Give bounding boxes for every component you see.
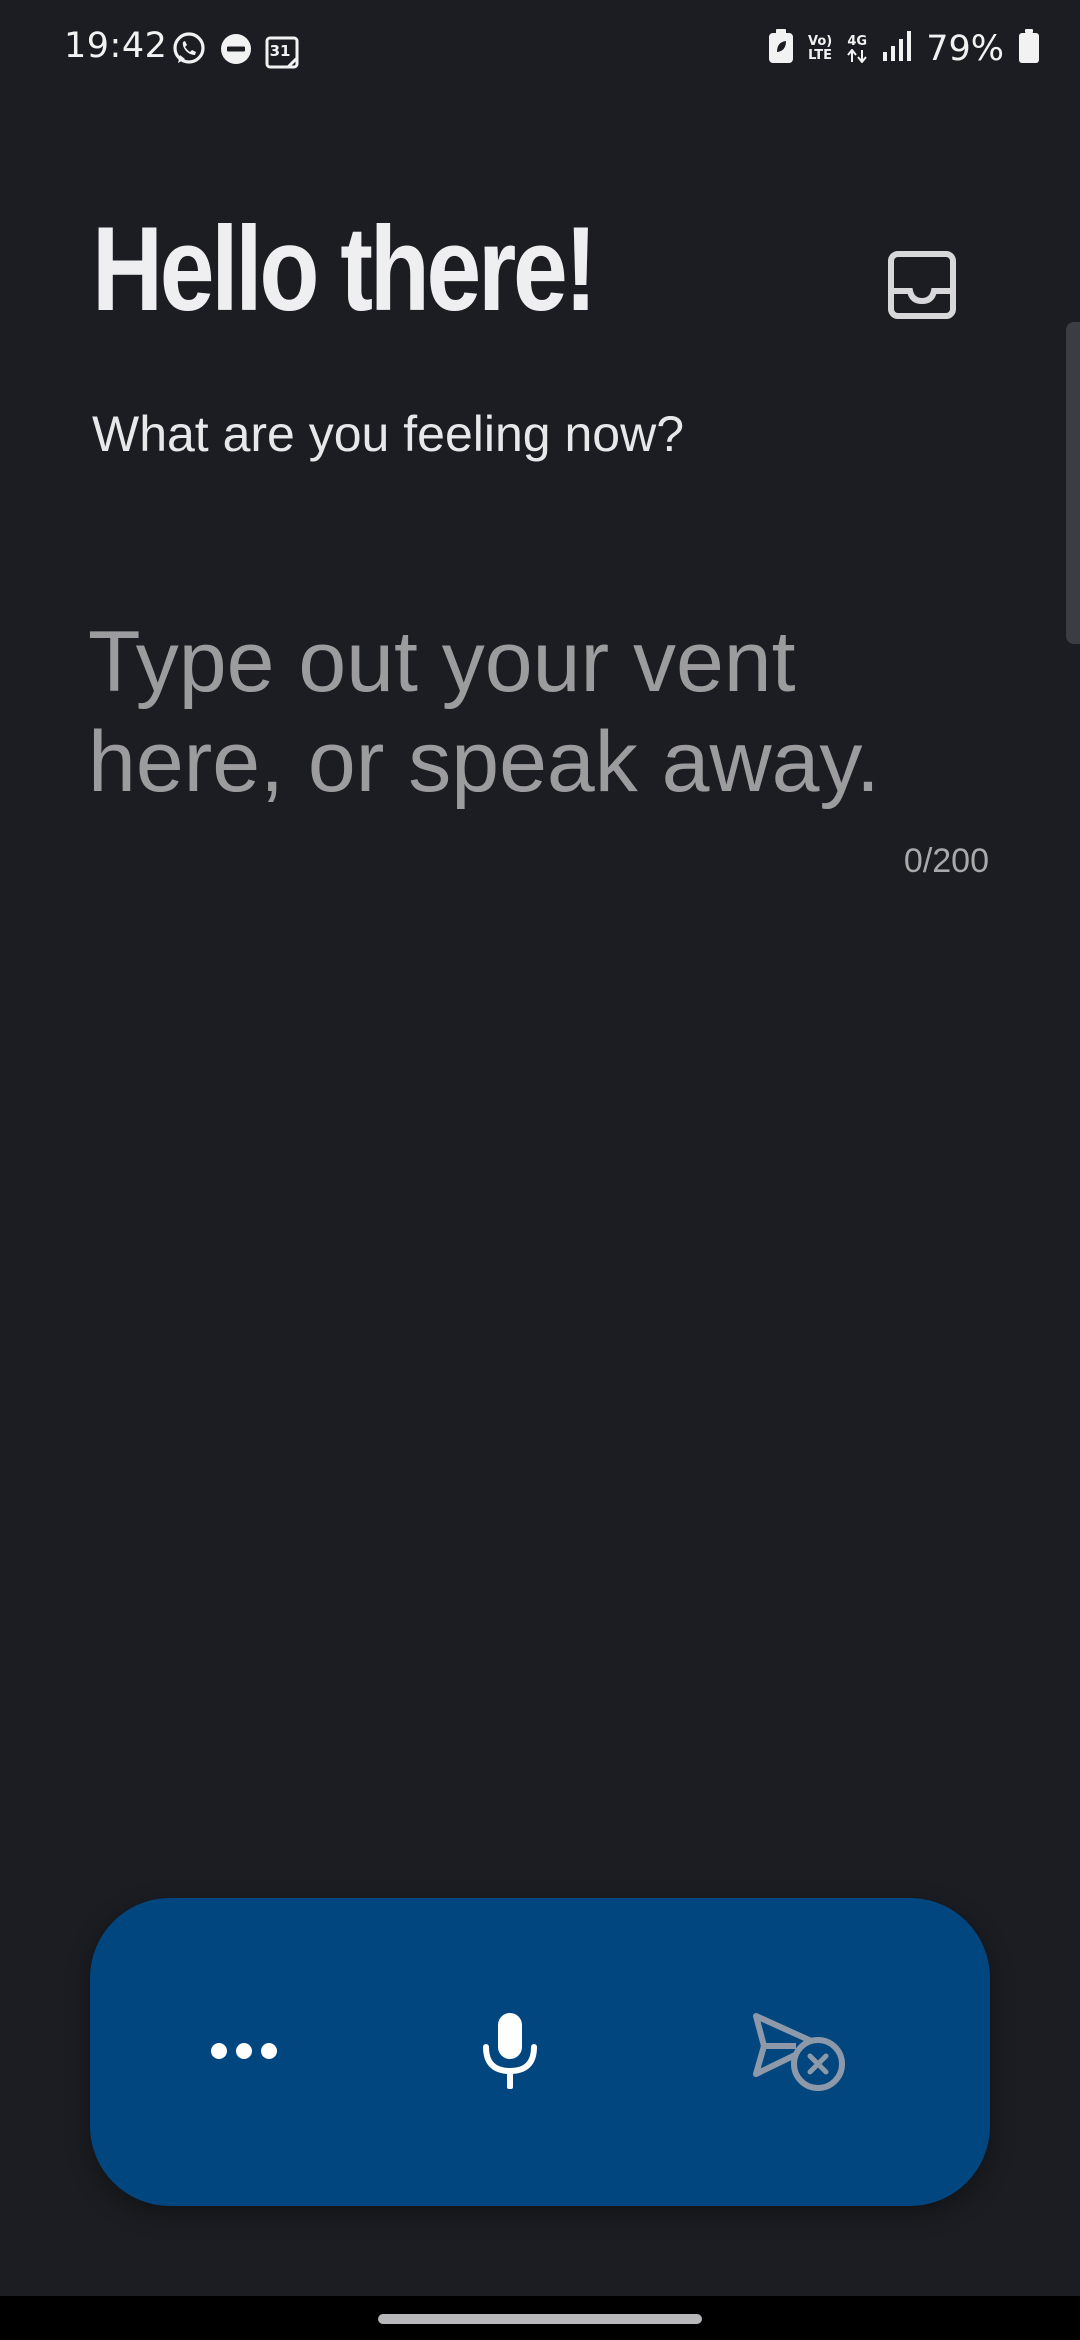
battery-saver-icon <box>768 28 794 69</box>
system-icons: Vo) LTE 4G 79% <box>768 28 1040 69</box>
do-not-disturb-icon <box>218 31 254 72</box>
page-title: Hello there! <box>92 202 597 336</box>
volte-label-top: Vo) <box>807 33 833 49</box>
volte-icon: Vo) LTE <box>807 33 833 63</box>
signal-icon <box>882 30 912 67</box>
notification-icons: 31 <box>170 30 300 73</box>
send-button[interactable] <box>730 1898 870 2206</box>
status-time: 19:42 <box>64 26 168 66</box>
inbox-tray-icon <box>886 249 958 324</box>
page-subtitle: What are you feeling now? <box>92 406 685 462</box>
more-options-button[interactable] <box>174 1898 314 2206</box>
microphone-icon <box>478 2009 542 2096</box>
home-indicator[interactable] <box>378 2314 702 2324</box>
send-cancel-icon <box>752 2008 848 2097</box>
network-4g-label: 4G <box>847 33 868 49</box>
battery-icon <box>1018 28 1040 69</box>
calendar-day-label: 31 <box>269 41 291 60</box>
action-bar <box>90 1898 990 2206</box>
microphone-button[interactable] <box>440 1898 580 2206</box>
whatsapp-icon <box>170 30 208 73</box>
calendar-icon: 31 <box>264 34 300 70</box>
volte-label-bottom: LTE <box>808 47 833 63</box>
scrollbar[interactable] <box>1066 322 1080 644</box>
status-bar: 19:42 31 Vo) LTE 4G 79% <box>0 0 1080 100</box>
battery-percent: 79% <box>926 28 1004 69</box>
character-counter: 0/200 <box>903 842 989 880</box>
network-4g-icon: 4G <box>846 33 868 63</box>
more-dots-icon <box>209 2039 279 2066</box>
vent-input[interactable] <box>88 612 988 832</box>
inbox-button[interactable] <box>880 244 964 328</box>
